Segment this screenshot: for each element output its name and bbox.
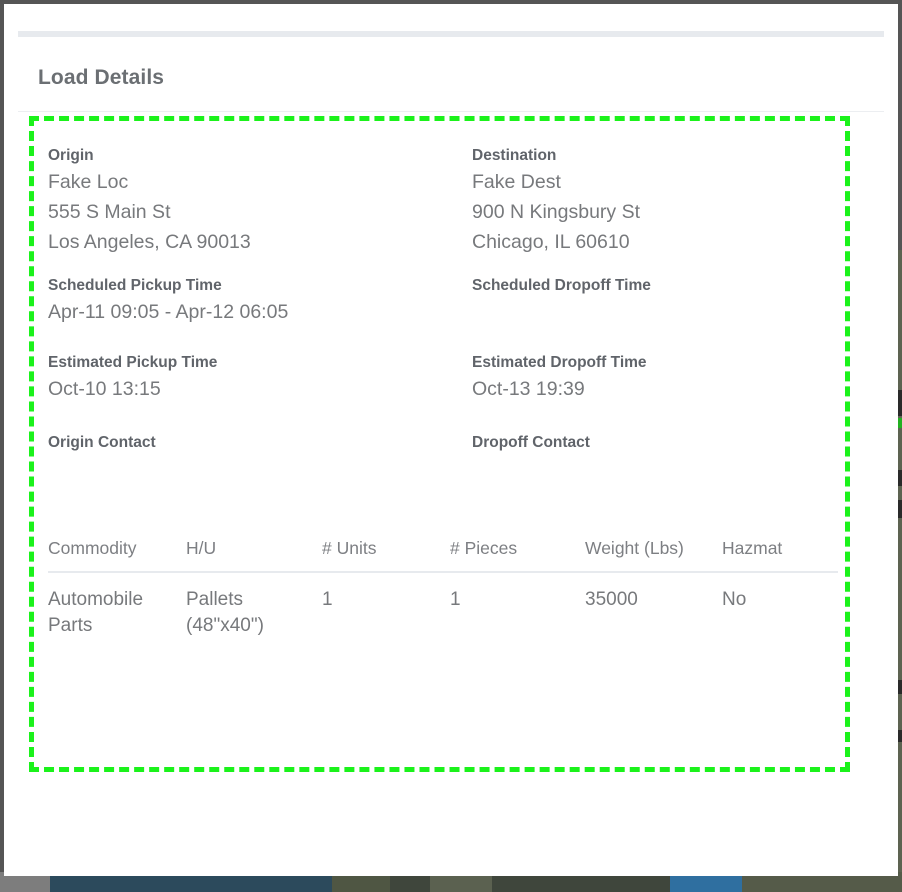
- column-header-units: # Units: [322, 534, 450, 573]
- destination-value: Fake Dest 900 N Kingsbury St Chicago, IL…: [472, 171, 641, 253]
- cell-hazmat: No: [722, 589, 747, 610]
- scheduled-dropoff-field: Scheduled Dropoff Time: [472, 275, 854, 327]
- scheduled-time-row: Scheduled Pickup Time Apr-11 09:05 - Apr…: [4, 275, 898, 327]
- screenshot-viewport: Load Details Origin Fake Loc 555 S Main …: [0, 0, 902, 892]
- estimated-pickup-label: Estimated Pickup Time: [48, 354, 218, 371]
- load-details-card: Load Details Origin Fake Loc 555 S Main …: [4, 4, 898, 876]
- column-header-commodity: Commodity: [48, 534, 186, 573]
- estimated-dropoff-value: Oct-13 19:39: [472, 378, 585, 400]
- scheduled-dropoff-value: [472, 297, 854, 327]
- scheduled-pickup-field: Scheduled Pickup Time Apr-11 09:05 - Apr…: [48, 275, 472, 327]
- origin-label: Origin: [48, 147, 94, 164]
- destination-label: Destination: [472, 147, 557, 164]
- column-header-hu: H/U: [186, 534, 322, 573]
- cell-weight: 35000: [585, 589, 638, 610]
- scheduled-dropoff-label: Scheduled Dropoff Time: [472, 277, 651, 294]
- cell-units: 1: [322, 589, 333, 610]
- estimated-time-row: Estimated Pickup Time Oct-10 13:15 Estim…: [4, 352, 898, 404]
- estimated-dropoff-label: Estimated Dropoff Time: [472, 354, 647, 371]
- cell-hu: Pallets (48"x40"): [186, 589, 264, 636]
- contact-row: Origin Contact Dropoff Contact: [4, 432, 898, 484]
- cell-commodity: Automobile Parts: [48, 589, 144, 636]
- origin-contact-label: Origin Contact: [48, 434, 156, 451]
- page-title: Load Details: [38, 66, 165, 89]
- dropoff-contact-label: Dropoff Contact: [472, 434, 590, 451]
- scheduled-pickup-label: Scheduled Pickup Time: [48, 277, 222, 294]
- estimated-dropoff-field: Estimated Dropoff Time Oct-13 19:39: [472, 352, 854, 404]
- top-divider: [18, 31, 884, 37]
- origin-value: Fake Loc 555 S Main St Los Angeles, CA 9…: [48, 171, 251, 253]
- column-header-weight: Weight (Lbs): [585, 534, 722, 573]
- origin-contact-field: Origin Contact: [48, 432, 472, 484]
- dropoff-contact-field: Dropoff Contact: [472, 432, 854, 484]
- title-separator: [18, 111, 884, 112]
- origin-contact-value: [48, 454, 472, 484]
- estimated-pickup-value: Oct-10 13:15: [48, 378, 161, 400]
- estimated-pickup-field: Estimated Pickup Time Oct-10 13:15: [48, 352, 472, 404]
- dropoff-contact-value: [472, 454, 854, 484]
- table-row: Automobile Parts Pallets (48"x40") 1 1 3…: [48, 572, 838, 647]
- column-header-pieces: # Pieces: [450, 534, 585, 573]
- origin-field: Origin Fake Loc 555 S Main St Los Angele…: [48, 145, 472, 257]
- load-details-content: Origin Fake Loc 555 S Main St Los Angele…: [4, 116, 898, 647]
- cell-pieces: 1: [450, 589, 461, 610]
- destination-field: Destination Fake Dest 900 N Kingsbury St…: [472, 145, 854, 257]
- address-row: Origin Fake Loc 555 S Main St Los Angele…: [4, 145, 898, 257]
- column-header-hazmat: Hazmat: [722, 534, 838, 573]
- commodity-table-header-row: Commodity H/U # Units # Pieces Weight (L…: [48, 534, 838, 573]
- scheduled-pickup-value: Apr-11 09:05 - Apr-12 06:05: [48, 301, 289, 323]
- commodity-table: Commodity H/U # Units # Pieces Weight (L…: [48, 534, 838, 647]
